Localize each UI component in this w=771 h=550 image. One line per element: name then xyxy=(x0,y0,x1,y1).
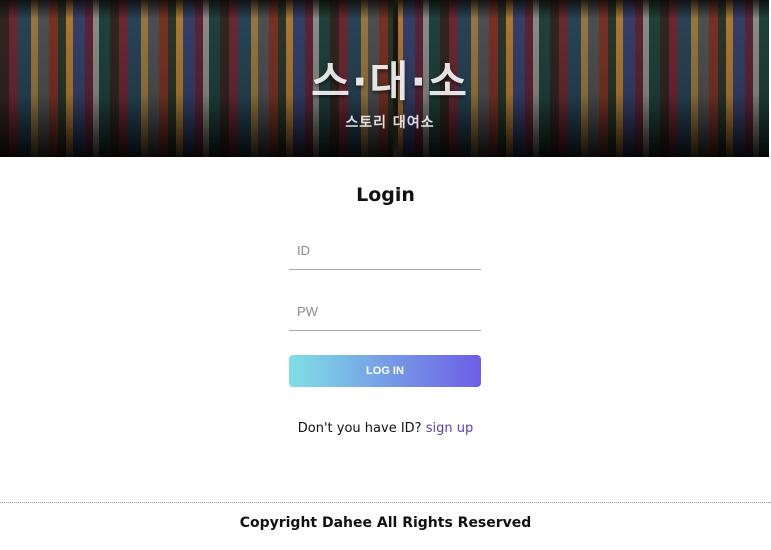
bookshelf-banner: 스·대·소 스토리 대여소 xyxy=(0,0,769,157)
signup-prompt-text: Don't you have ID? xyxy=(297,421,422,436)
password-input[interactable] xyxy=(289,293,481,331)
site-logo[interactable]: 스·대·소 스토리 대여소 xyxy=(250,60,530,132)
signup-prompt: Don't you have ID? sign up xyxy=(0,421,771,436)
page-title: Login xyxy=(356,184,415,206)
login-button[interactable]: LOG IN xyxy=(289,355,481,387)
footer-divider xyxy=(0,502,771,503)
signup-link[interactable]: sign up xyxy=(426,421,474,436)
footer-copyright: Copyright Dahee All Rights Reserved xyxy=(239,515,532,531)
id-input[interactable] xyxy=(289,232,481,270)
logo-subtitle: 스토리 대여소 xyxy=(345,115,435,131)
logo-title: 스·대·소 xyxy=(311,57,469,106)
